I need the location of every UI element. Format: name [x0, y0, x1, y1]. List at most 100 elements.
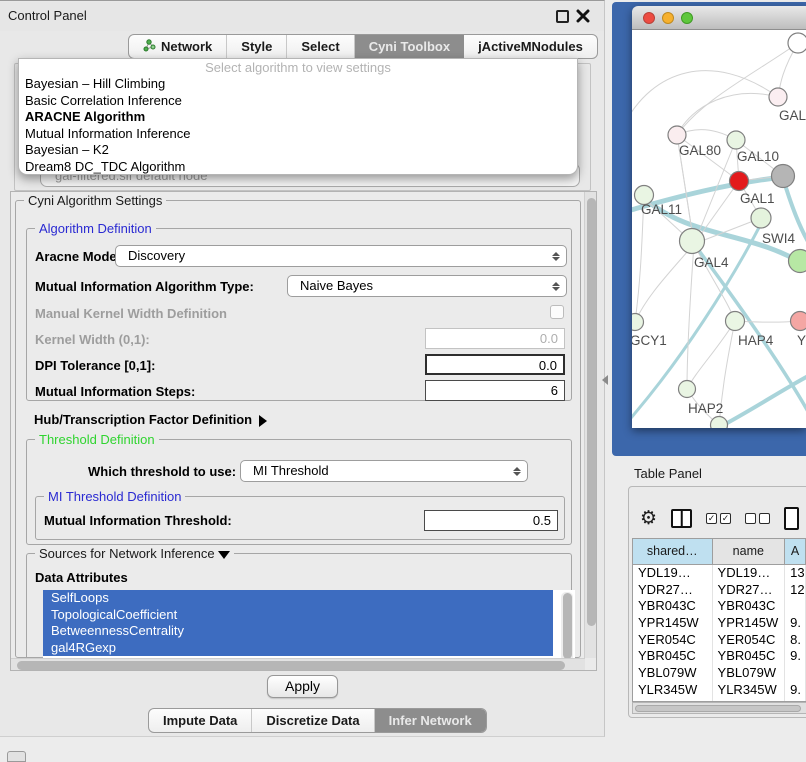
table-toolbar: ⚙ ✓✓ — [640, 503, 806, 533]
table-cell: YBL079W — [713, 665, 786, 682]
hub-definition-toggle[interactable]: Hub/Transcription Factor Definition — [34, 412, 267, 427]
tab-style[interactable]: Style — [227, 35, 287, 58]
settings-horizontal-scrollbar[interactable] — [11, 658, 585, 670]
control-panel-tabbar: Network Style Select Cyni Toolbox jActiv… — [128, 34, 598, 59]
aracne-mode-combo[interactable]: Discovery — [115, 245, 567, 267]
algorithm-option[interactable]: Bayesian – Hill Climbing — [19, 76, 577, 93]
column-header-shared-name[interactable]: shared… — [633, 539, 713, 564]
window-minimize-icon[interactable] — [662, 12, 674, 24]
attribute-item-selected[interactable]: SelfLoops — [43, 590, 553, 607]
table-row[interactable]: YPR145WYPR145W9. — [633, 615, 806, 632]
table-row[interactable]: YBR045CYBR045C9. — [633, 648, 806, 665]
select-all-columns-icon[interactable]: ✓✓ — [706, 513, 731, 524]
attribute-item-selected[interactable]: BetweennessCentrality — [43, 623, 553, 640]
table-row[interactable]: YDR27…YDR27…12 — [633, 582, 806, 599]
mi-steps-input[interactable]: 6 — [425, 380, 565, 401]
network-node-swi4[interactable] — [751, 208, 771, 228]
split-collapse-icon[interactable] — [602, 375, 608, 385]
algorithm-option[interactable]: Dream8 DC_TDC Algorithm — [19, 159, 577, 176]
attribute-item-selected[interactable]: TopologicalCoefficient — [43, 607, 553, 624]
network-node[interactable] — [772, 165, 795, 188]
columns-icon[interactable] — [671, 509, 692, 528]
table-cell: YDR27… — [633, 582, 713, 599]
algorithm-option[interactable]: Bayesian – K2 — [19, 142, 577, 159]
table-cell: YER054C — [633, 632, 713, 649]
attribute-item-selected[interactable]: gal4RGexp — [43, 640, 553, 657]
network-node-gal[interactable] — [769, 88, 787, 106]
table-row[interactable]: YBL079WYBL079W — [633, 665, 806, 682]
table-header-row: shared… name A — [633, 539, 806, 565]
settings-vertical-scrollbar[interactable] — [584, 192, 596, 658]
network-node-gal10[interactable] — [727, 131, 745, 149]
which-threshold-combo[interactable]: MI Threshold — [240, 460, 528, 482]
tab-jactivemnodules[interactable]: jActiveMNodules — [464, 35, 597, 58]
column-header-name[interactable]: name — [713, 539, 786, 564]
kernel-width-input[interactable]: 0.0 — [425, 328, 565, 349]
table-row[interactable]: YBR043CYBR043C — [633, 598, 806, 615]
gear-icon[interactable]: ⚙ — [640, 509, 657, 528]
tab-discretize-data[interactable]: Discretize Data — [252, 709, 374, 732]
network-node-gal1[interactable] — [730, 172, 749, 191]
window-close-icon[interactable] — [643, 12, 655, 24]
network-node-hap4[interactable] — [726, 312, 745, 331]
network-window-titlebar[interactable] — [632, 6, 806, 30]
dpi-tolerance-input[interactable]: 0.0 — [425, 354, 565, 375]
tab-cyni-toolbox[interactable]: Cyni Toolbox — [355, 35, 464, 58]
table-row[interactable]: YLR345WYLR345W9. — [633, 682, 806, 699]
network-canvas[interactable]: GALGAL80GAL10GAL1GAL11SWI4GAL4GCY1HAP4YH… — [632, 30, 806, 428]
table-cell: YER054C — [713, 632, 786, 649]
tab-infer-network[interactable]: Infer Network — [375, 709, 486, 732]
algorithm-definition-group: Algorithm Definition Aracne Mode: Discov… — [26, 228, 572, 401]
manual-kernel-width-checkbox[interactable] — [550, 305, 564, 319]
window-zoom-icon[interactable] — [681, 12, 693, 24]
column-header-clipped[interactable]: A — [785, 539, 806, 564]
collapsed-arrow-icon — [259, 415, 267, 427]
cyni-algorithm-settings-title: Cyni Algorithm Settings — [24, 193, 166, 208]
algorithm-option[interactable]: Basic Correlation Inference — [19, 93, 577, 110]
table-panel-title: Table Panel — [634, 466, 702, 481]
algorithm-option[interactable]: Mutual Information Inference — [19, 126, 577, 143]
tab-select[interactable]: Select — [287, 35, 354, 58]
mi-steps-label: Mutual Information Steps: — [35, 384, 195, 399]
attributes-scrollbar[interactable] — [561, 592, 573, 662]
table-row[interactable]: YDL19…YDL19…13 — [633, 565, 806, 582]
network-node[interactable] — [788, 33, 806, 53]
cyni-algorithm-settings-group: Cyni Algorithm Settings Algorithm Defini… — [15, 200, 581, 658]
node-label: GAL11 — [641, 202, 682, 217]
tab-impute-data[interactable]: Impute Data — [149, 709, 252, 732]
mi-threshold-label: Mutual Information Threshold: — [44, 513, 232, 528]
apply-button[interactable]: Apply — [267, 675, 338, 698]
combo-spinner-icon — [548, 279, 563, 294]
network-node-y[interactable] — [791, 312, 806, 331]
mi-threshold-input[interactable]: 0.5 — [424, 510, 558, 531]
deselect-all-columns-icon[interactable] — [745, 513, 770, 524]
sources-title[interactable]: Sources for Network Inference — [35, 546, 234, 561]
table-horizontal-scrollbar[interactable] — [632, 702, 806, 714]
float-window-icon[interactable] — [556, 10, 569, 23]
bottom-tabbar: Impute Data Discretize Data Infer Networ… — [148, 708, 487, 733]
new-table-icon[interactable] — [784, 507, 799, 530]
tab-network[interactable]: Network — [129, 35, 227, 58]
node-label: HAP4 — [738, 333, 774, 348]
mi-algorithm-type-combo[interactable]: Naive Bayes — [287, 275, 567, 297]
node-label: Y — [797, 333, 806, 348]
table-cell: YBR043C — [713, 598, 786, 615]
network-node-hap2[interactable] — [679, 381, 696, 398]
table-row[interactable]: YER054CYER054C8. — [633, 632, 806, 649]
network-node[interactable] — [711, 417, 728, 429]
control-panel-titlebar — [0, 2, 604, 31]
network-node-gal4[interactable] — [680, 229, 705, 254]
table-cell: 9. — [785, 615, 806, 632]
node-label: HAP2 — [688, 401, 723, 416]
network-node-gcy1[interactable] — [632, 314, 644, 331]
bottom-left-mini-button[interactable] — [7, 751, 26, 762]
table-cell: YBR045C — [633, 648, 713, 665]
table-cell: YBR045C — [713, 648, 786, 665]
network-node[interactable] — [789, 250, 806, 273]
algorithm-definition-title: Algorithm Definition — [35, 221, 156, 236]
close-icon[interactable] — [576, 9, 590, 23]
network-node-labels: GALGAL80GAL10GAL1GAL11SWI4GAL4GCY1HAP4YH… — [632, 108, 806, 416]
combo-spinner-icon — [509, 464, 524, 479]
algorithm-option[interactable]: ARACNE Algorithm — [19, 109, 577, 126]
network-node-gal80[interactable] — [668, 126, 686, 144]
